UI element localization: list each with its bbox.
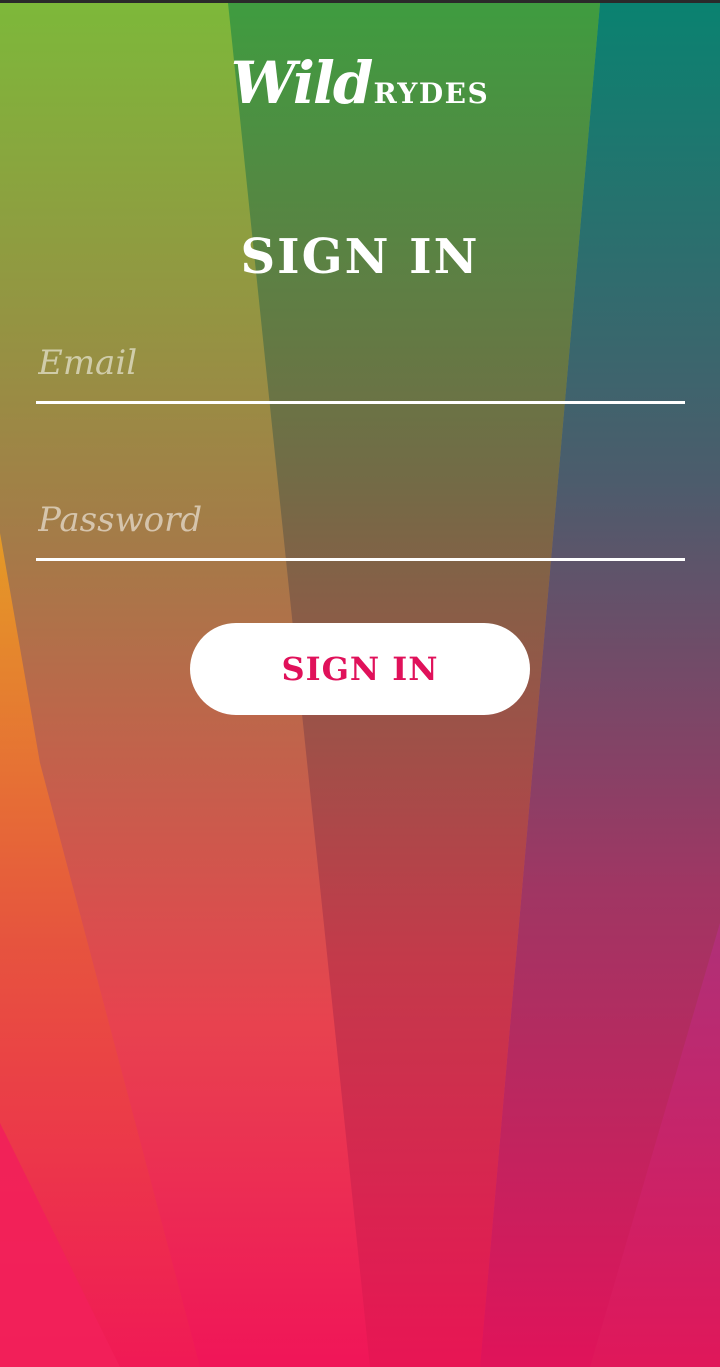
- wild-rydes-logo: WildRYDES: [0, 49, 720, 117]
- sign-in-screen: WildRYDES SIGN IN SIGN IN: [0, 3, 720, 1367]
- password-field[interactable]: [38, 500, 678, 540]
- page-title: SIGN IN: [240, 229, 480, 285]
- email-field[interactable]: [38, 343, 678, 383]
- logo-wild-text: Wild: [230, 49, 374, 117]
- logo-rydes-text: RYDES: [373, 77, 490, 110]
- sign-in-button[interactable]: SIGN IN: [190, 623, 530, 715]
- email-field-container: [36, 331, 685, 404]
- password-field-container: [36, 488, 685, 561]
